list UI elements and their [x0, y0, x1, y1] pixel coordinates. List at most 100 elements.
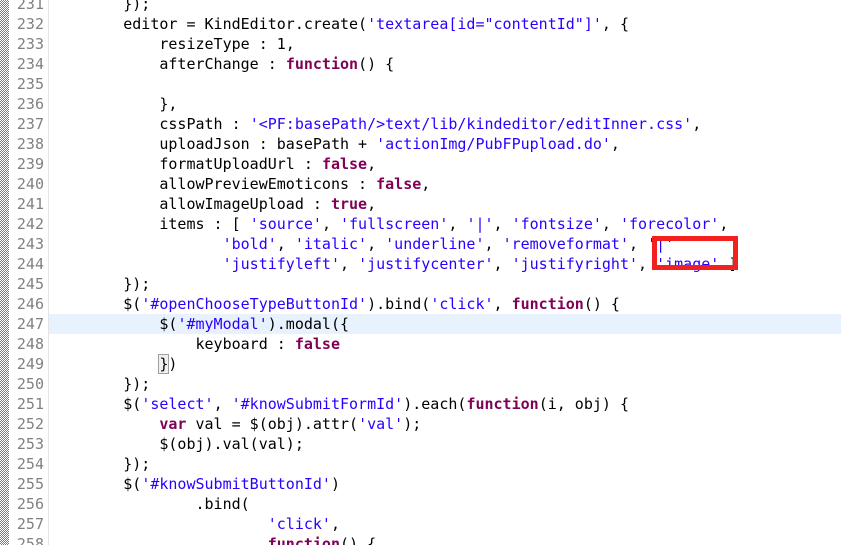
code-token-string: 'actionImg/PubFPupload.do'	[376, 135, 611, 153]
code-token-string: 'click'	[430, 295, 494, 313]
code-token-string: 'justifyright'	[511, 255, 639, 273]
code-line[interactable]: allowPreviewEmoticons : false,	[49, 174, 841, 194]
code-line[interactable]	[49, 74, 841, 94]
code-token-string: 'fullscreen'	[340, 215, 449, 233]
code-line[interactable]: resizeType : 1,	[49, 34, 841, 54]
line-number: 245	[16, 275, 44, 293]
code-line[interactable]: });	[49, 274, 841, 294]
code-token-plain: });	[51, 375, 151, 393]
code-token-plain: )	[168, 355, 178, 373]
code-line[interactable]: var val = $(obj).attr('val');	[49, 414, 841, 434]
code-line[interactable]: allowImageUpload : true,	[49, 194, 841, 214]
code-text-area[interactable]: }); editor = KindEditor.create('textarea…	[49, 0, 841, 545]
line-number: 253	[16, 435, 44, 453]
line-number: 250	[16, 375, 44, 393]
code-line[interactable]: $('#knowSubmitButtonId')	[49, 474, 841, 494]
code-token-plain: ).each(	[403, 395, 467, 413]
line-number: 257	[16, 515, 44, 533]
code-token-plain: ,	[340, 255, 359, 273]
code-line[interactable]: formatUploadUrl : false,	[49, 154, 841, 174]
code-line[interactable]: 'justifyleft', 'justifycenter', 'justify…	[49, 254, 841, 274]
code-line[interactable]: uploadJson : basePath + 'actionImg/PubFP…	[49, 134, 841, 154]
code-token-plain: () {	[340, 535, 377, 545]
code-token-string: 'bold'	[222, 235, 277, 253]
code-token-plain: ,	[448, 215, 467, 233]
line-number: 248	[16, 335, 44, 353]
line-number: 241	[16, 195, 44, 213]
code-token-keyword: false	[376, 175, 422, 193]
code-line[interactable]: $('#myModal').modal({	[49, 314, 841, 334]
code-token-plain: });	[51, 275, 151, 293]
code-token-keyword: function	[511, 295, 584, 313]
code-line[interactable]: })	[49, 354, 841, 374]
code-token-string: 'justifycenter'	[358, 255, 494, 273]
code-token-plain: $(	[51, 295, 142, 313]
code-line[interactable]: $('select', '#knowSubmitFormId').each(fu…	[49, 394, 841, 414]
code-token-plain: , {	[601, 15, 629, 33]
code-line[interactable]: $(obj).val(val);	[49, 434, 841, 454]
code-token-plain: keyboard :	[51, 335, 295, 353]
code-token-plain: .bind(	[51, 495, 250, 513]
line-number: 258	[16, 535, 44, 545]
line-number: 239	[16, 155, 44, 173]
code-line[interactable]: });	[49, 454, 841, 474]
code-line[interactable]: items : [ 'source', 'fullscreen', '|', '…	[49, 214, 841, 234]
code-token-plain: items : [	[51, 215, 250, 233]
code-token-plain: ,	[493, 295, 512, 313]
code-line[interactable]: $('#openChooseTypeButtonId').bind('click…	[49, 294, 841, 314]
code-token-plain: ,	[601, 215, 620, 233]
code-token-plain: ,	[629, 235, 648, 253]
line-number-gutter: 231 232 233 234 235 236 237 238 239 240 241 242 243 2…	[9, 0, 48, 545]
code-token-plain: ).modal({	[267, 315, 350, 333]
line-number: 231	[16, 0, 44, 13]
line-number: 240	[16, 175, 44, 193]
line-number: 233	[16, 35, 44, 53]
code-token-plain: ,	[493, 255, 512, 273]
code-line[interactable]: afterChange : function() {	[49, 54, 841, 74]
code-token-keyword: var	[159, 415, 187, 433]
line-number: 243	[16, 235, 44, 253]
code-token-plain: ).bind(	[367, 295, 431, 313]
code-token-string: 'select'	[141, 395, 214, 413]
code-line[interactable]: cssPath : '<PF:basePath/>text/lib/kinded…	[49, 114, 841, 134]
code-token-plain: )	[330, 475, 340, 493]
code-token-string: 'fontsize'	[511, 215, 602, 233]
code-token-plain: formatUploadUrl :	[51, 155, 322, 173]
code-token-plain: $(	[51, 475, 142, 493]
code-token-plain: ,	[692, 115, 702, 133]
code-line[interactable]: function() {	[49, 534, 841, 545]
code-line[interactable]: });	[49, 0, 841, 14]
code-token-plain: allowPreviewEmoticons :	[51, 175, 377, 193]
line-number: 237	[16, 115, 44, 133]
code-line[interactable]: 'bold', 'italic', 'underline', 'removefo…	[49, 234, 841, 254]
code-token-plain: },	[51, 95, 178, 113]
line-number: 255	[16, 475, 44, 493]
code-token-plain: ,	[421, 175, 431, 193]
code-token-plain: ,	[213, 395, 232, 413]
code-token-string: '|'	[466, 215, 494, 233]
code-token-plain: $(	[51, 395, 142, 413]
code-token-plain: val = $(obj).attr(	[186, 415, 359, 433]
code-token-string: 'textarea[id="contentId"]'	[367, 15, 602, 33]
code-token-string: '#myModal'	[177, 315, 268, 333]
line-number: 254	[16, 455, 44, 473]
line-number: 232	[16, 15, 44, 33]
code-line[interactable]: },	[49, 94, 841, 114]
code-token-plain: uploadJson : basePath +	[51, 135, 377, 153]
code-token-keyword: true	[330, 195, 368, 213]
code-line[interactable]: keyboard : false	[49, 334, 841, 354]
code-line[interactable]: 'click',	[49, 514, 841, 534]
code-token-plain: cssPath :	[51, 115, 250, 133]
code-token-string: 'image'	[656, 255, 720, 273]
code-line[interactable]: .bind(	[49, 494, 841, 514]
code-token-plain: ,	[321, 215, 340, 233]
line-number: 234	[16, 55, 44, 73]
code-line[interactable]: });	[49, 374, 841, 394]
code-token-plain: ,	[484, 235, 503, 253]
code-line[interactable]: editor = KindEditor.create('textarea[id=…	[49, 14, 841, 34]
